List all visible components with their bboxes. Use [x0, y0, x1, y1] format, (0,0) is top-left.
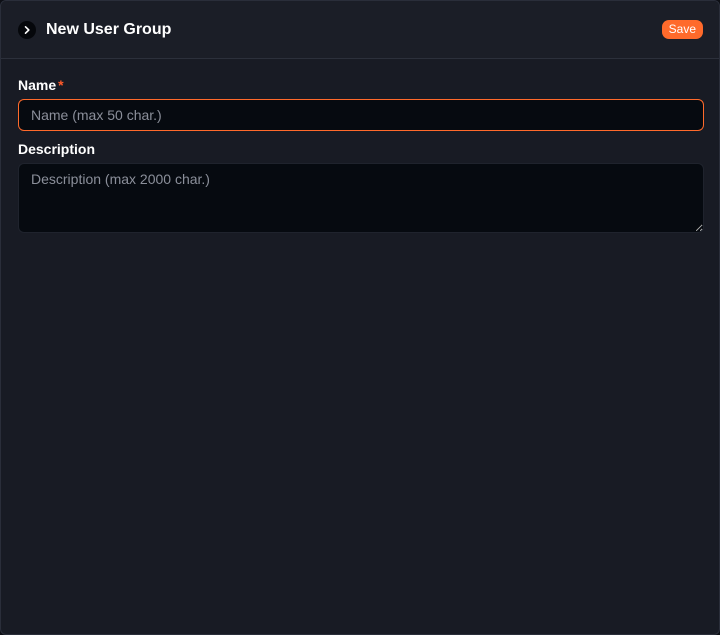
- collapse-button[interactable]: [18, 21, 36, 39]
- name-label-text: Name: [18, 77, 57, 93]
- chevron-right-icon: [24, 26, 30, 34]
- name-input[interactable]: [18, 99, 704, 131]
- save-button[interactable]: Save: [661, 20, 703, 39]
- panel-header: New User Group Save: [1, 1, 719, 59]
- description-label: Description: [18, 141, 96, 157]
- page-title: New User Group: [46, 21, 172, 38]
- required-marker: *: [58, 77, 64, 93]
- user-group-panel: New User Group Save Name* Description: [0, 0, 720, 635]
- name-label: Name *: [18, 77, 64, 93]
- description-input[interactable]: [18, 163, 704, 233]
